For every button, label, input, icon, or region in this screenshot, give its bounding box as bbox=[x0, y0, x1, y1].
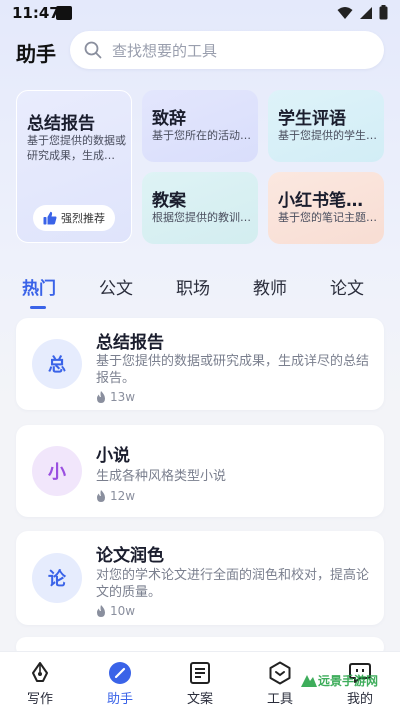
item-usage: 10w bbox=[96, 604, 135, 618]
status-bar: 11:47 bbox=[0, 0, 400, 28]
flame-icon bbox=[97, 391, 105, 403]
avatar: 总 bbox=[32, 339, 82, 389]
status-icons bbox=[337, 5, 388, 20]
search-placeholder: 查找想要的工具 bbox=[112, 41, 218, 60]
wifi-icon bbox=[337, 6, 353, 19]
category-tabs: 热门 公文 职场 教师 论文 bbox=[0, 270, 400, 310]
document-icon bbox=[190, 662, 210, 684]
watermark-text: 远景手游网 bbox=[318, 674, 379, 688]
card-summary-report[interactable]: 总结报告 基于您提供的数据或研究成果，生成… 强烈推荐 bbox=[16, 90, 132, 243]
recommend-button[interactable]: 强烈推荐 bbox=[33, 205, 115, 231]
notification-icon bbox=[56, 6, 72, 20]
item-usage: 12w bbox=[96, 489, 135, 503]
nav-writing[interactable]: 写作 bbox=[0, 652, 80, 711]
card-title: 学生评语 bbox=[278, 109, 346, 129]
header: 助手 查找想要的工具 bbox=[0, 30, 400, 72]
list-item[interactable]: 总 总结报告 基于您提供的数据或研究成果，生成详尽的总结报告。 13w bbox=[16, 318, 384, 410]
card-title: 小红书笔… bbox=[278, 191, 363, 211]
card-desc: 基于您提供的数据或研究成果，生成… bbox=[27, 134, 126, 162]
watermark: 远景手游网 bbox=[300, 672, 378, 689]
tab-teacher[interactable]: 教师 bbox=[253, 274, 287, 299]
tab-indicator bbox=[30, 306, 46, 309]
pen-nib-icon bbox=[32, 662, 48, 682]
usage-count: 10w bbox=[110, 604, 136, 618]
card-title: 教案 bbox=[152, 191, 186, 211]
card-desc: 基于您所在的活动… bbox=[152, 129, 251, 142]
search-icon bbox=[84, 41, 102, 59]
card-lesson-plan[interactable]: 教案 根据您提供的教训… bbox=[142, 172, 258, 244]
card-xiaohongshu-note[interactable]: 小红书笔… 基于您的笔记主题… bbox=[268, 172, 384, 244]
item-desc: 基于您提供的数据或研究成果，生成详尽的总结报告。 bbox=[96, 354, 370, 386]
usage-count: 12w bbox=[110, 489, 136, 503]
item-title: 论文润色 bbox=[96, 546, 164, 566]
card-desc: 基于您提供的学生… bbox=[278, 129, 377, 142]
card-student-comment[interactable]: 学生评语 基于您提供的学生… bbox=[268, 90, 384, 162]
nav-label: 写作 bbox=[26, 692, 53, 707]
item-title: 小说 bbox=[96, 446, 130, 466]
card-title: 致辞 bbox=[152, 109, 186, 129]
nav-label: 助手 bbox=[106, 692, 133, 707]
item-desc: 生成各种风格类型小说 bbox=[96, 469, 227, 484]
list-item[interactable]: 小 小说 生成各种风格类型小说 12w bbox=[16, 425, 384, 517]
search-input[interactable]: 查找想要的工具 bbox=[70, 31, 384, 69]
nav-assistant[interactable]: 助手 bbox=[80, 652, 160, 711]
tab-official-docs[interactable]: 公文 bbox=[99, 274, 133, 299]
usage-count: 13w bbox=[110, 390, 136, 404]
tab-thesis[interactable]: 论文 bbox=[330, 274, 364, 299]
avatar: 小 bbox=[32, 446, 82, 496]
card-speech[interactable]: 致辞 基于您所在的活动… bbox=[142, 90, 258, 162]
item-desc: 对您的学术论文进行全面的润色和校对，提高论文的质量。 bbox=[96, 568, 370, 600]
assistant-icon bbox=[109, 662, 131, 684]
tab-hot[interactable]: 热门 bbox=[22, 274, 56, 299]
card-desc: 基于您的笔记主题… bbox=[278, 211, 377, 224]
item-title: 总结报告 bbox=[96, 333, 164, 353]
card-desc: 根据您提供的教训… bbox=[152, 211, 251, 224]
page-title: 助手 bbox=[16, 42, 56, 66]
item-usage: 13w bbox=[96, 390, 135, 404]
status-time: 11:47 bbox=[12, 4, 60, 22]
nav-label: 文案 bbox=[186, 692, 213, 707]
thumbs-up-icon bbox=[43, 211, 57, 225]
tab-workplace[interactable]: 职场 bbox=[176, 274, 210, 299]
flame-icon bbox=[97, 490, 105, 502]
card-title: 总结报告 bbox=[27, 114, 95, 134]
battery-icon bbox=[379, 5, 388, 20]
recommend-label: 强烈推荐 bbox=[61, 212, 105, 225]
flame-icon bbox=[97, 605, 105, 617]
hexagon-tools-icon bbox=[269, 661, 291, 685]
list-item[interactable]: 论 论文润色 对您的学术论文进行全面的润色和校对，提高论文的质量。 10w bbox=[16, 531, 384, 625]
nav-label: 工具 bbox=[266, 692, 293, 707]
nav-label: 我的 bbox=[346, 692, 373, 707]
avatar: 论 bbox=[32, 553, 82, 603]
nav-copywriting[interactable]: 文案 bbox=[160, 652, 240, 711]
signal-icon bbox=[360, 6, 372, 19]
watermark-logo-icon bbox=[301, 674, 317, 687]
